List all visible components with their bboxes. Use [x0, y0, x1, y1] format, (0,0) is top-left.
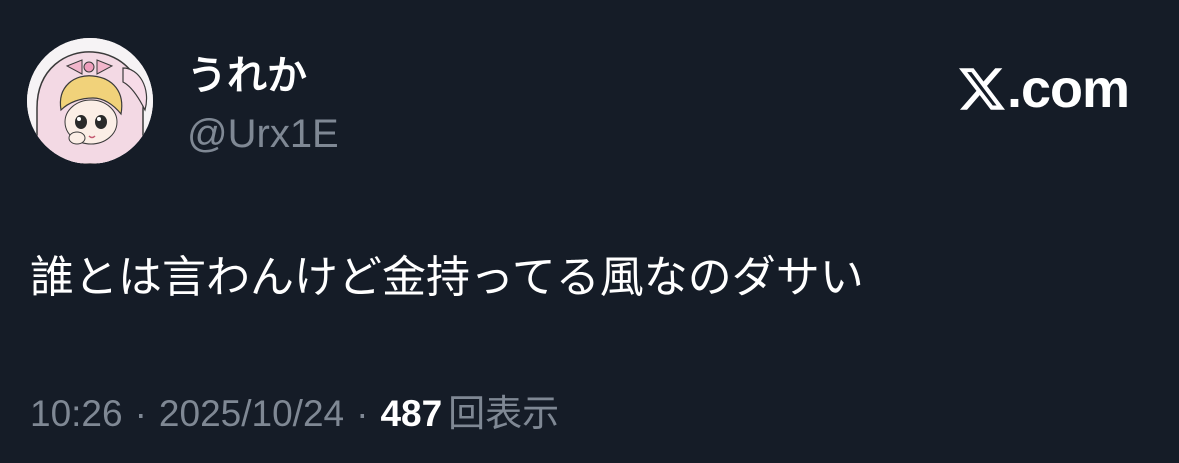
tweet-text: 誰とは言わんけど金持ってる風なのダサい — [30, 253, 864, 302]
x-logo-icon — [958, 68, 1005, 110]
tweet-time[interactable]: 10:26 — [30, 390, 123, 438]
author-handle[interactable]: @Urx1E — [187, 110, 339, 158]
author-display-name[interactable]: うれか — [187, 52, 307, 100]
meta-separator: · — [356, 393, 369, 434]
avatar-illustration-icon — [27, 38, 153, 164]
brand-domain-text: .com — [1006, 59, 1130, 119]
views-count: 487 — [380, 393, 443, 434]
avatar[interactable] — [27, 38, 153, 164]
views-label: 回表示 — [448, 393, 560, 434]
brand-logo[interactable]: .com — [958, 58, 1130, 120]
tweet-card: うれか @Urx1E .com 誰とは言わんけど金持ってる風なのダサい 10:2… — [0, 0, 1179, 463]
tweet-date[interactable]: 2025/10/24 — [159, 390, 344, 438]
tweet-meta: 10:26 · 2025/10/24 · 487 回表示 — [30, 390, 559, 438]
meta-separator: · — [134, 393, 147, 434]
